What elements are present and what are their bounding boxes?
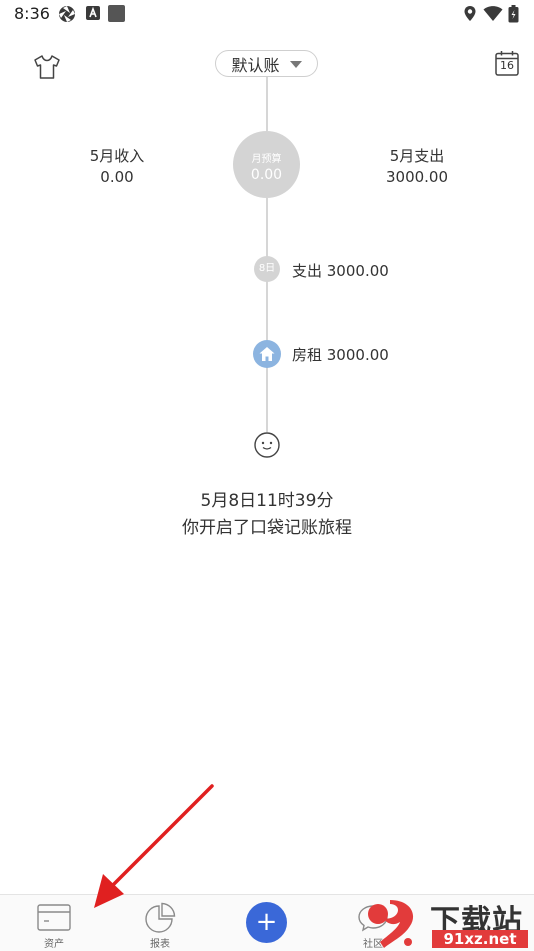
watermark-url: 91xz.net xyxy=(432,930,528,948)
watermark: 下载站 91xz.net xyxy=(360,896,534,950)
watermark-logo-icon xyxy=(368,900,414,948)
annotation-arrow xyxy=(94,784,214,908)
